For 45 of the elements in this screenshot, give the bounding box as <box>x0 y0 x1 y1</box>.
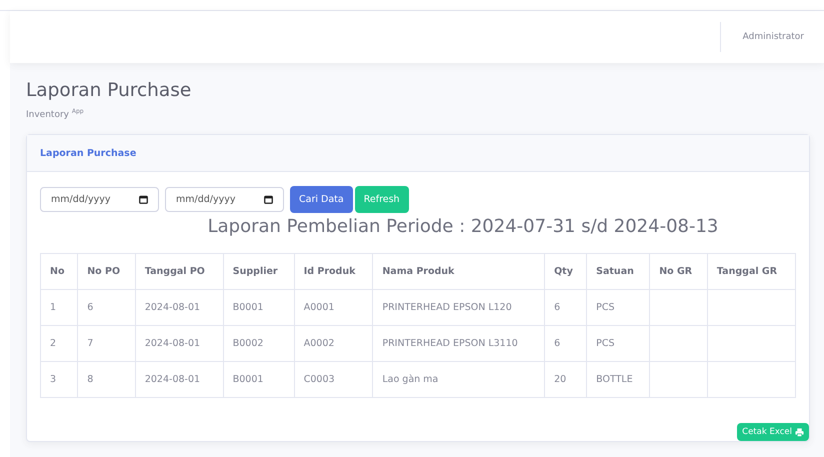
table-cell: 6 <box>87 302 94 313</box>
table-cell: A0001 <box>304 302 334 313</box>
page-title: Laporan Purchase <box>26 79 192 103</box>
page-subtitle: Inventory $^{App}$ <box>26 108 85 120</box>
date-field[interactable]: mm/dd/yyyy <box>165 187 284 212</box>
table-cell: 3 <box>50 374 56 385</box>
user-name[interactable]: Administrator <box>742 32 804 42</box>
column-header: Tanggal PO <box>135 254 224 290</box>
table-cell: 6 <box>554 302 560 313</box>
table-cell: 2024-08-01 <box>144 302 200 313</box>
table-cell: PCS <box>596 338 615 349</box>
card-title: Laporan Purchase <box>40 148 136 158</box>
table-cell: PCS <box>596 302 615 313</box>
column-header: No PO <box>78 254 136 290</box>
table-cell: B0001 <box>232 374 264 385</box>
column-header: Tanggal GR <box>707 254 796 290</box>
column-header: Supplier <box>223 254 294 290</box>
table-cell: 1 <box>50 302 56 313</box>
table-cell: C0003 <box>304 374 335 385</box>
table-cell: Lao gàn ma <box>382 374 438 385</box>
table-cell: 8 <box>87 374 94 385</box>
column-header: Id Produk <box>294 254 373 290</box>
table-cell: 6 <box>554 338 560 349</box>
column-header: No GR <box>650 254 708 290</box>
table-cell: 20 <box>554 374 566 385</box>
table-cell: 2024-08-01 <box>144 338 200 349</box>
table-cell: PRINTERHEAD EPSON L120 <box>382 302 512 313</box>
column-header: Nama Produk <box>372 254 545 290</box>
table-cell: A0002 <box>304 338 334 349</box>
table-cell: 7 <box>87 338 94 349</box>
table-cell: BOTTLE <box>596 374 633 385</box>
column-header: No <box>40 254 78 290</box>
table-cell: B0002 <box>232 338 264 349</box>
table-cell: 2024-08-01 <box>144 374 200 385</box>
action-button[interactable]: Cari Data <box>290 186 353 213</box>
calendar-icon <box>139 195 148 204</box>
table-cell: B0001 <box>232 302 264 313</box>
column-header: Qty <box>544 254 587 290</box>
column-header: Satuan <box>586 254 650 290</box>
table-cell: PRINTERHEAD EPSON L3110 <box>382 338 518 349</box>
date-field[interactable]: mm/dd/yyyy <box>40 187 159 212</box>
calendar-icon <box>264 195 273 204</box>
report-title: Laporan Pembelian Periode : 2024-07-31 s/d 2024-08-13 <box>206 216 720 237</box>
printer-icon <box>795 428 804 436</box>
table-cell: 2 <box>50 338 56 349</box>
